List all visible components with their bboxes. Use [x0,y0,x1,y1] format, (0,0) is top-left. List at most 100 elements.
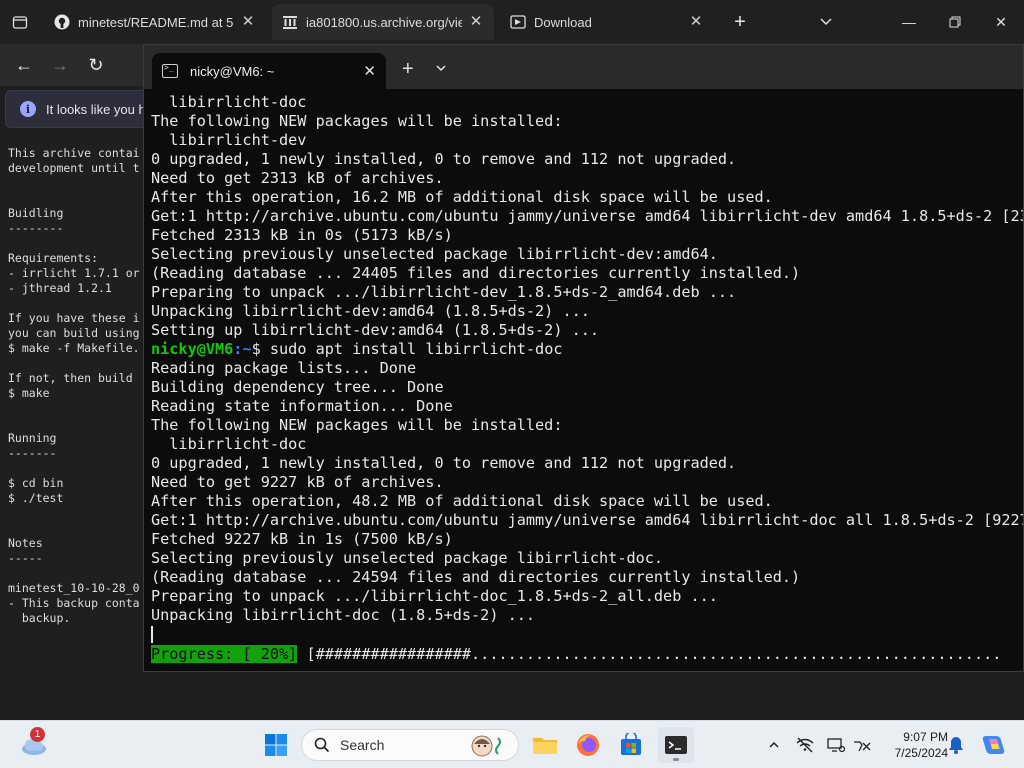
terminal-titlebar: nicky@VM6: ~ ✕ + [144,45,1023,89]
prompt-user: nicky@VM6 [151,340,234,358]
prompt-command: sudo apt install libirrlicht-doc [269,340,563,358]
page-text-line: - This backup conta [8,596,140,610]
terminal-icon [665,736,687,754]
start-button[interactable] [258,727,294,763]
terminal-line: Selecting previously unselected package … [151,549,664,567]
terminal-line: (Reading database ... 24405 files and di… [151,264,801,282]
browser-tab-label: ia801800.us.archive.org/view_a [306,14,462,30]
page-text-line: you can build using [8,326,140,340]
browser-tab-archive[interactable]: ia801800.us.archive.org/view_a ✕ [272,4,494,40]
terminal-line: Preparing to unpack .../libirrlicht-doc_… [151,587,718,605]
prompt-path: :~ [233,340,252,358]
clock[interactable]: 9:07 PM 7/25/2024 [878,729,948,761]
accessibility-status[interactable] [852,735,872,755]
close-icon[interactable]: ✕ [363,62,376,80]
page-text-line: This archive contai [8,146,140,160]
active-indicator [673,758,679,761]
display-status[interactable] [826,735,846,755]
progress-bar: [#################......................… [297,645,1002,663]
restore-icon [949,16,961,28]
terminal-line: The following NEW packages will be insta… [151,416,563,434]
terminal-line: libirrlicht-dev [151,131,307,149]
page-text-line [8,521,148,536]
terminal-dropdown-button[interactable] [435,61,447,75]
plus-icon: + [402,58,414,80]
page-text-line: $ cd bin [8,476,64,490]
close-icon[interactable]: ✕ [468,14,484,30]
terminal-line: Preparing to unpack .../libirrlicht-dev_… [151,283,737,301]
terminal-tab[interactable]: nicky@VM6: ~ ✕ [152,53,386,89]
terminal-line: 0 upgraded, 1 newly installed, 0 to remo… [151,454,737,472]
taskbar-file-explorer[interactable] [527,727,563,763]
terminal-line: The following NEW packages will be insta… [151,112,563,130]
file-explorer-icon [533,738,557,754]
prompt-line: nicky@VM6:~$ sudo apt install libirrlich… [151,340,1023,359]
forward-button[interactable]: → [44,50,76,80]
weather-badge: 1 [30,727,45,742]
tab-actions-button[interactable] [0,0,40,44]
terminal-tab-title: nicky@VM6: ~ [190,63,275,79]
page-text-line: - jthread 1.2.1 [8,281,112,295]
windows-start-icon [265,734,287,756]
back-button[interactable]: ← [8,50,40,80]
browser-tab-download[interactable]: Download ✕ [500,4,714,40]
close-window-button[interactable]: ✕ [978,0,1024,44]
terminal-line: After this operation, 48.2 MB of additio… [151,492,773,510]
chevron-down-icon [436,65,446,72]
close-icon[interactable]: ✕ [688,14,704,30]
terminal-line: Get:1 http://archive.ubuntu.com/ubuntu j… [151,207,1023,225]
network-status[interactable] [795,735,815,755]
new-tab-button[interactable]: + [724,0,756,44]
tab-actions-icon [12,16,28,29]
arrow-right-icon: → [51,54,69,75]
page-text-line [8,401,148,416]
page-text-line [8,296,148,311]
page-text-line: - irrlicht 1.7.1 or [8,266,140,280]
terminal-new-tab-button[interactable]: + [402,59,414,79]
download-page-icon [510,14,526,30]
page-text-line [8,176,148,191]
taskbar-search[interactable]: Search [301,729,519,761]
search-placeholder: Search [340,737,385,753]
terminal-tab-icon [162,63,178,78]
terminal-line: Get:1 http://archive.ubuntu.com/ubuntu j… [151,511,1023,529]
page-text-line [8,356,148,371]
archive-icon [282,14,298,30]
copilot-button[interactable] [980,732,1006,758]
progress-label: Progress: [ 20%] [151,645,298,663]
show-hidden-icons[interactable] [764,735,784,755]
taskbar-terminal[interactable] [658,727,694,763]
terminal-line: After this operation, 16.2 MB of additio… [151,188,773,206]
search-icon [314,737,330,753]
page-text-line: If not, then build [8,371,133,385]
tab-list-button[interactable] [810,0,842,44]
page-text-line [8,566,148,581]
taskbar-store[interactable] [613,727,649,763]
page-text-line [8,191,148,206]
terminal-line: Need to get 9227 kB of archives. [151,473,444,491]
page-text-line [8,461,148,476]
search-highlight-icon [470,734,510,758]
browser-tab-github[interactable]: minetest/README.md at 5.6.1 · ✕ [44,4,266,40]
page-text-line: minetest_10-10-28_0 [8,581,140,595]
close-icon[interactable]: ✕ [240,14,256,30]
terminal-line: Building dependency tree... Done [151,378,444,396]
page-text-line: ----- [8,551,43,565]
page-text-line [8,416,148,431]
taskbar-firefox[interactable] [570,727,606,763]
arrow-left-icon: ← [15,54,33,75]
cursor-line [151,626,1023,645]
plus-icon: + [734,10,746,33]
reload-button[interactable]: ↻ [80,50,112,80]
weather-widget[interactable]: 1 [14,727,54,763]
terminal-line: Setting up libirrlicht-dev:amd64 (1.8.5+… [151,321,600,339]
page-text-line: $ make [8,386,50,400]
browser-tab-label: minetest/README.md at 5.6.1 · [78,14,234,30]
minimize-button[interactable]: — [886,0,932,44]
notifications-button[interactable] [946,735,966,755]
reload-icon: ↻ [88,54,104,75]
chevron-up-icon [769,741,779,748]
terminal-output[interactable]: libirrlicht-doc The following NEW package… [151,93,1023,671]
minimize-icon: — [902,14,916,30]
maximize-button[interactable] [932,0,978,44]
